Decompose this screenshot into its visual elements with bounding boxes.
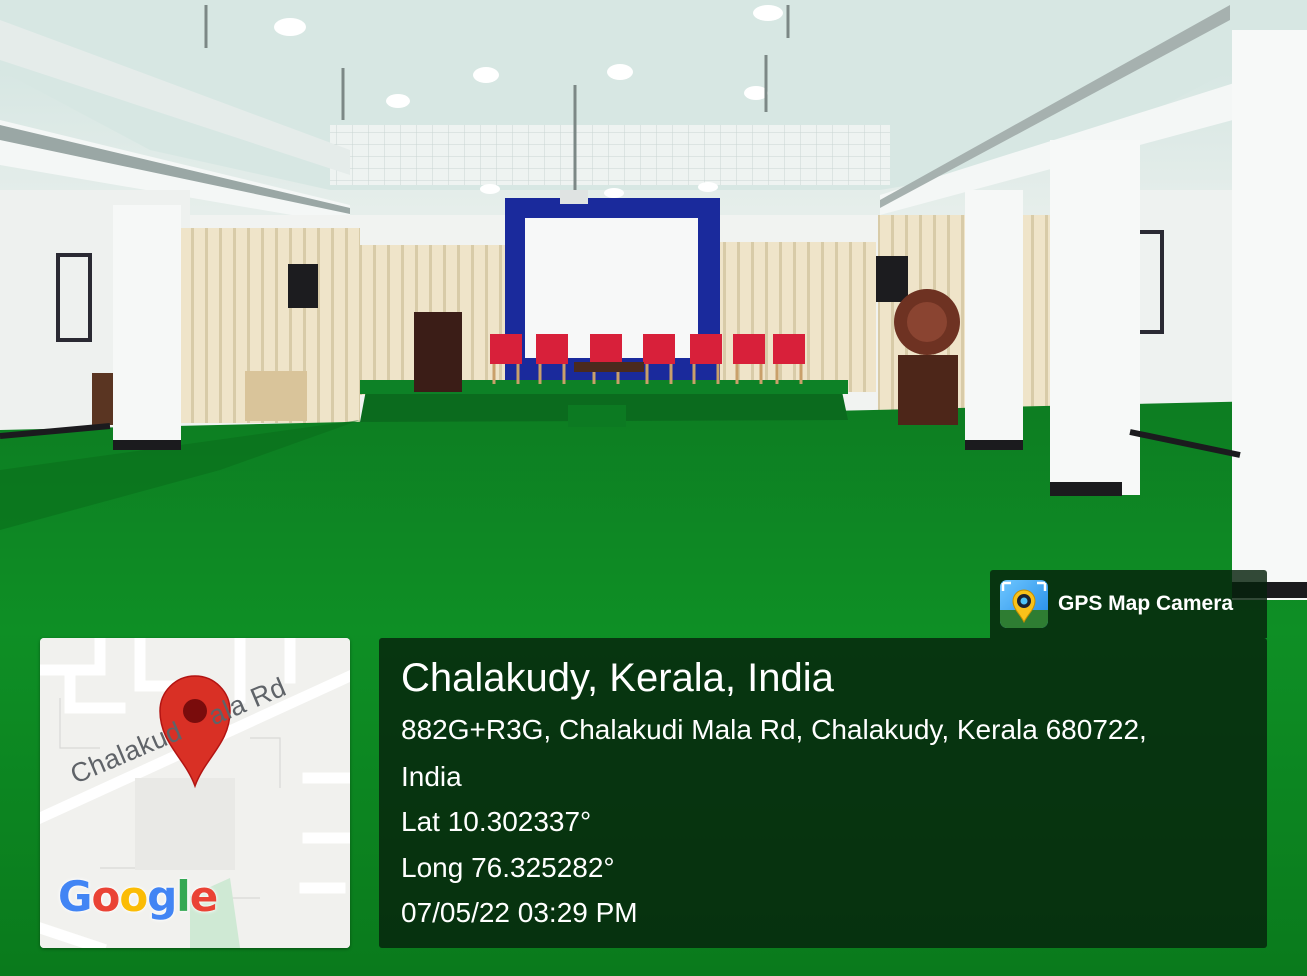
google-logo-letter: g — [147, 872, 177, 921]
timestamp-text: 07/05/22 03:29 PM — [401, 897, 638, 928]
google-logo-letter: e — [189, 872, 218, 921]
latitude-text: Lat 10.302337° — [401, 806, 592, 837]
google-logo: Google — [58, 872, 218, 921]
address-line: 882G+R3G, Chalakudi Mala Rd, Chalakudy, … — [401, 714, 1147, 745]
longitude-text: Long 76.325282° — [401, 852, 615, 883]
google-logo-letter: o — [91, 872, 120, 921]
google-logo-letter: l — [176, 872, 190, 921]
map-pin-camera-icon — [1000, 580, 1048, 628]
app-name: GPS Map Camera — [1058, 592, 1234, 615]
google-logo-letter: o — [119, 872, 148, 921]
place-title: Chalakudy, Kerala, India — [401, 656, 834, 700]
address-line: India — [401, 761, 462, 792]
google-logo-letter: G — [58, 872, 92, 921]
